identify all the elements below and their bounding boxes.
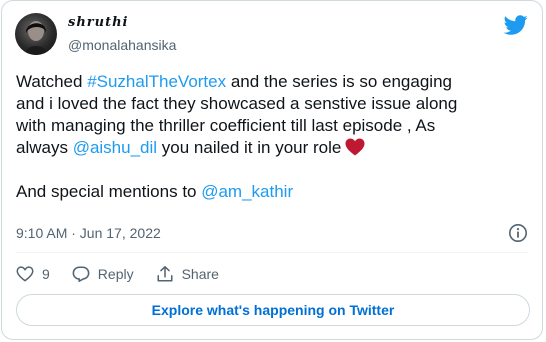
- author-display-name[interactable]: shruthi: [68, 15, 128, 30]
- explore-twitter-button[interactable]: Explore what's happening on Twitter: [16, 294, 530, 326]
- mention-link[interactable]: @aishu_dil: [73, 138, 157, 157]
- tweet-timestamp[interactable]: 9:10 AM · Jun 17, 2022: [16, 225, 161, 241]
- divider: [16, 252, 528, 253]
- reply-icon: [72, 266, 90, 282]
- mention-link[interactable]: @am_kathir: [201, 182, 293, 201]
- twitter-bird-icon[interactable]: [504, 13, 528, 37]
- info-icon[interactable]: [508, 223, 528, 243]
- tweet-embed-card: shruthi @monalahansika Watched #SuzhalTh…: [1, 0, 543, 340]
- tweet-text-segment: Watched: [16, 72, 88, 91]
- avatar-photo: [25, 21, 47, 55]
- tweet-text-segment: and the series is so engaging: [226, 72, 452, 91]
- reply-button[interactable]: Reply: [72, 265, 134, 283]
- avatar[interactable]: [15, 13, 57, 55]
- tweet-line-3: with managing the thriller coefficient t…: [16, 116, 436, 135]
- tweet-text-segment: always: [16, 138, 73, 157]
- like-button[interactable]: 9: [16, 266, 50, 282]
- like-count: 9: [42, 266, 50, 282]
- red-heart-emoji-icon: [345, 138, 365, 156]
- author-handle[interactable]: @monalahansika: [68, 37, 176, 53]
- reply-label: Reply: [97, 266, 134, 282]
- share-button[interactable]: Share: [156, 265, 219, 283]
- tweet-line-2: and i loved the fact they showcased a se…: [16, 94, 458, 113]
- tweet-text: Watched #SuzhalTheVortex and the series …: [16, 71, 536, 203]
- share-icon: [157, 266, 173, 282]
- share-label: Share: [181, 266, 219, 282]
- hashtag-link[interactable]: #SuzhalTheVortex: [87, 72, 226, 91]
- tweet-text-segment: And special mentions to: [16, 182, 202, 201]
- action-bar: 9 Reply Share: [16, 264, 241, 284]
- tweet-line-4: always @aishu_dil you nailed it in your …: [16, 137, 536, 159]
- tweet-text-segment: you nailed it in your role: [157, 138, 342, 157]
- heart-outline-icon: [16, 266, 34, 282]
- tweet-line-5: And special mentions to @am_kathir: [16, 181, 536, 203]
- tweet-line-1: Watched #SuzhalTheVortex and the series …: [16, 71, 536, 93]
